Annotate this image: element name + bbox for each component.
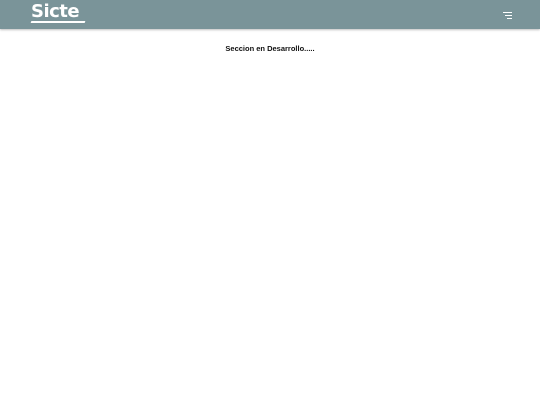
hamburger-menu-icon[interactable] [498, 8, 516, 22]
main-content: Seccion en Desarrollo..... [0, 29, 540, 405]
logo-text: Sicte [31, 1, 80, 22]
development-status-message: Seccion en Desarrollo..... [225, 44, 315, 53]
logo-underline [30, 21, 86, 23]
sicte-logo[interactable]: Sicte [30, 1, 87, 25]
top-navbar: Sicte [0, 0, 540, 29]
